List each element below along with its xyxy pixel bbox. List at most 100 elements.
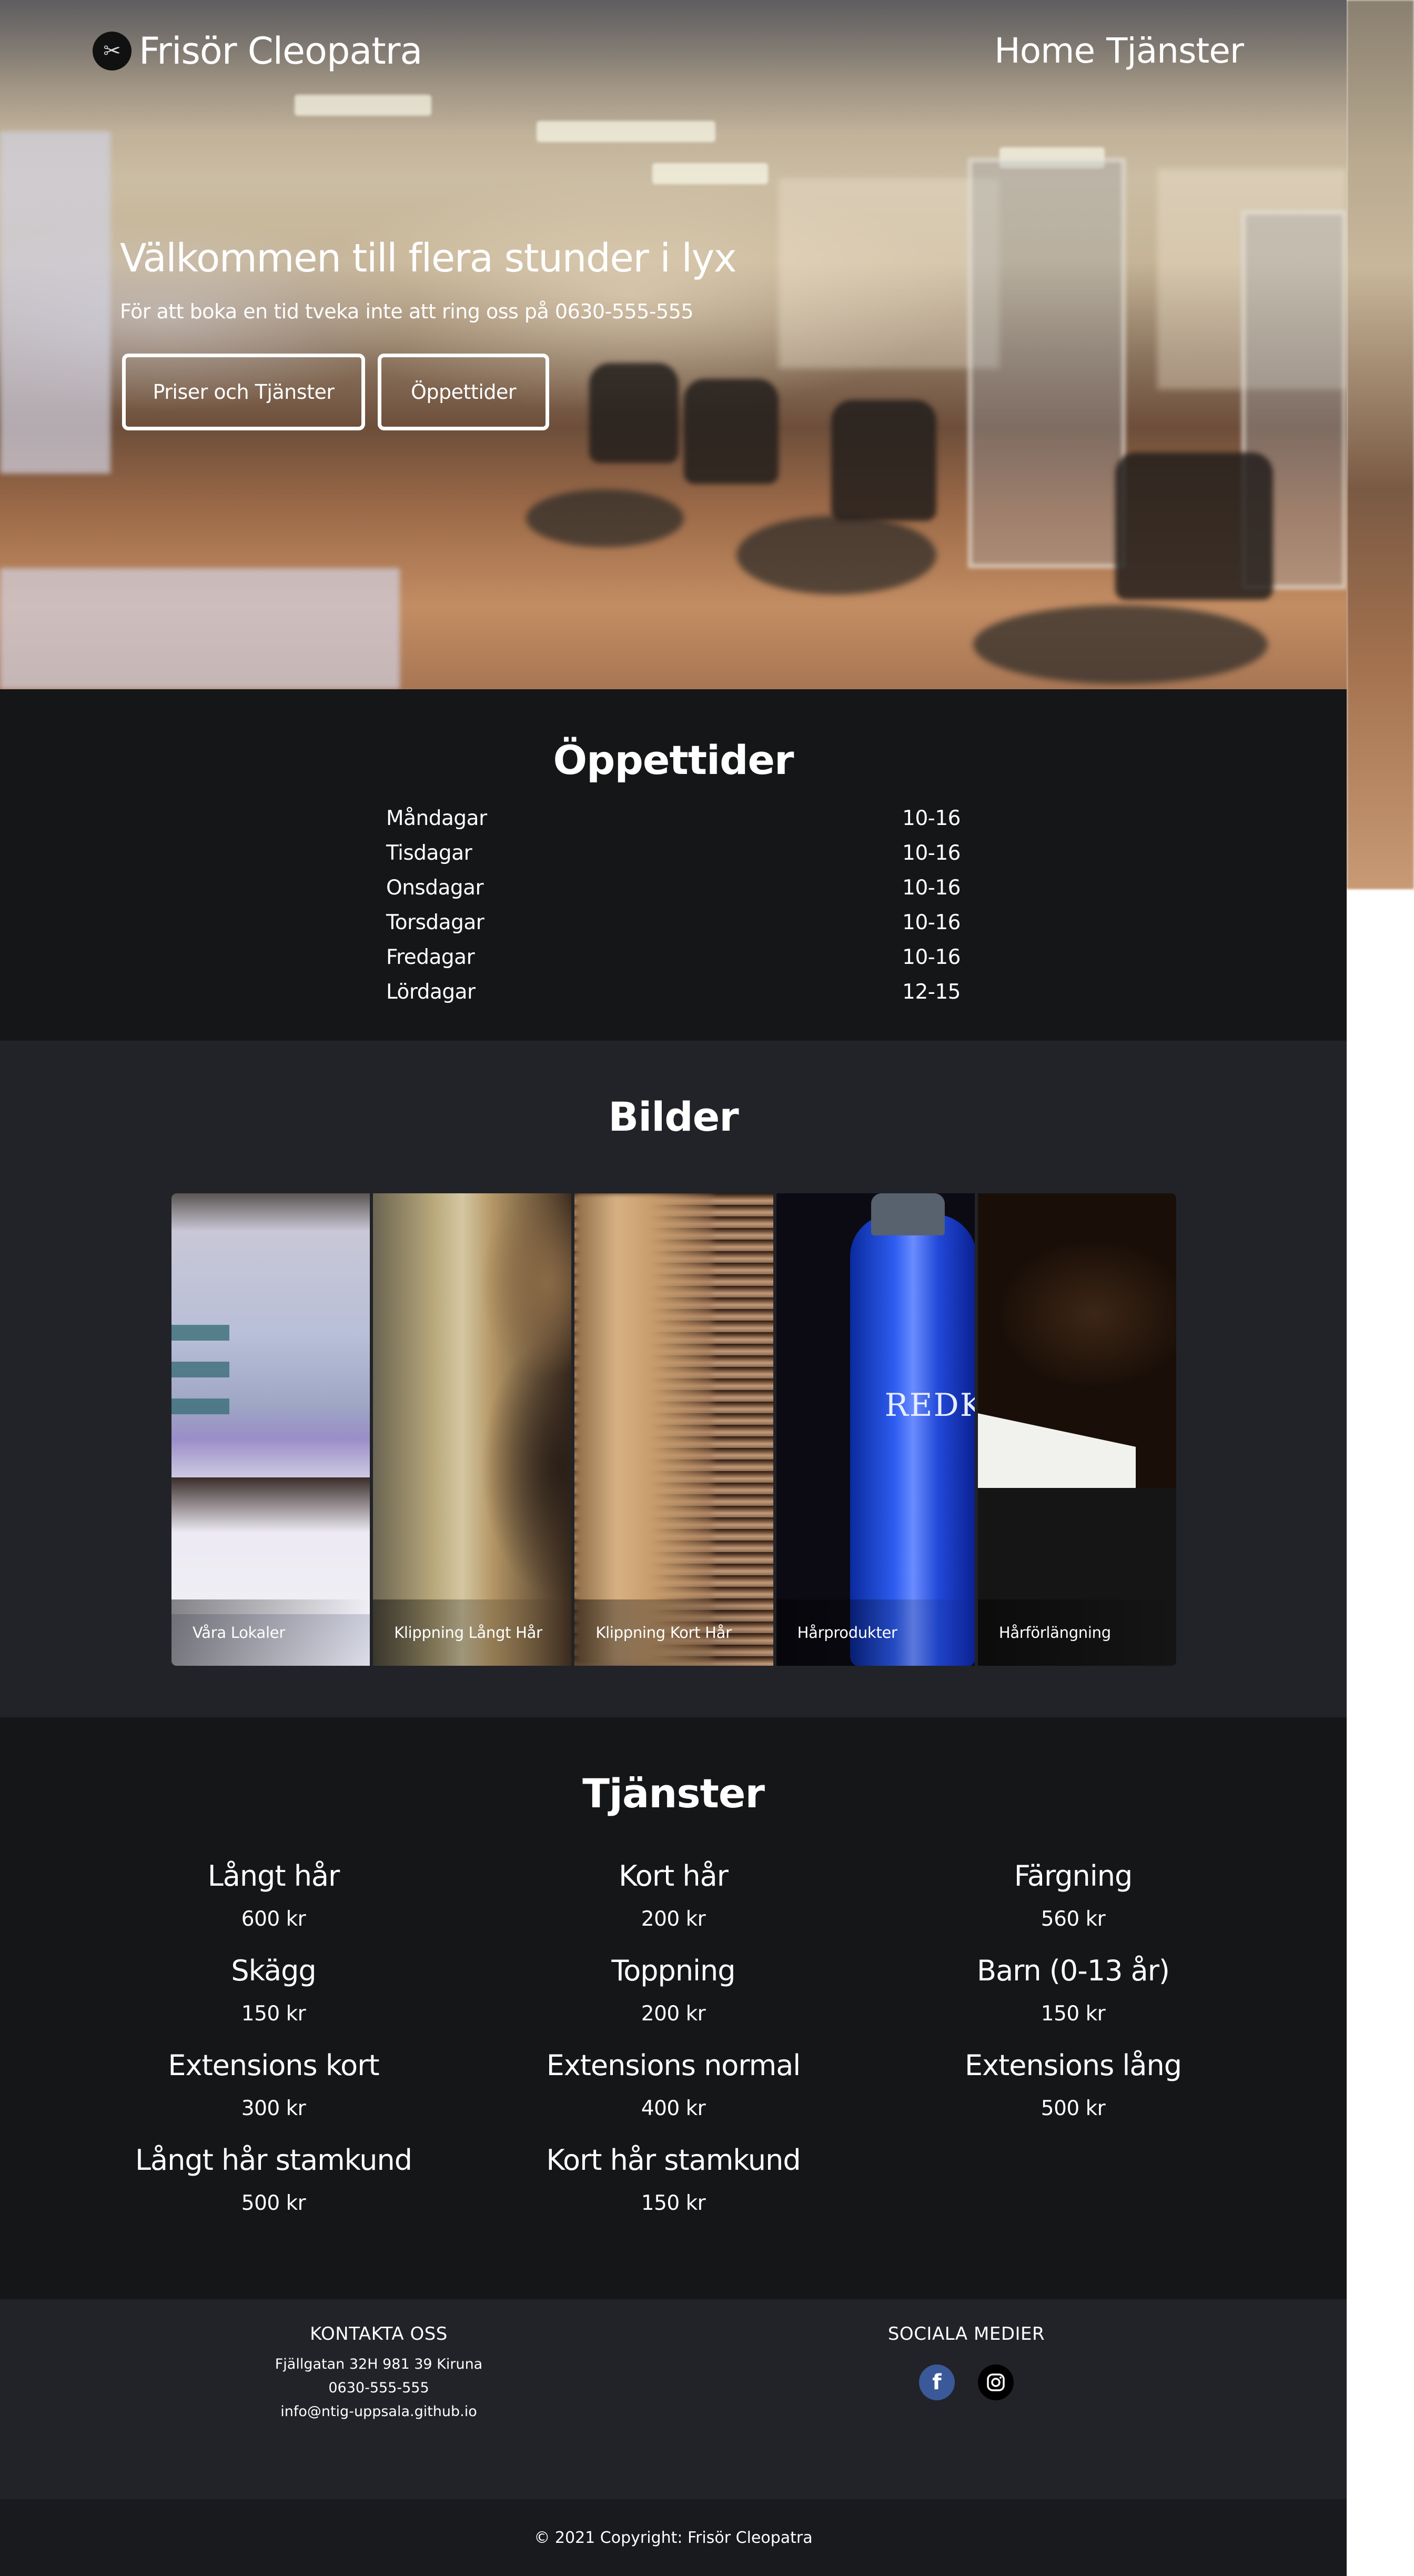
floor-mat [526, 489, 684, 547]
service-name: Kort hår [619, 1859, 729, 1893]
gallery-tile-long-hair[interactable]: Klippning Långt Hår [373, 1193, 572, 1666]
shampoo-bottle [850, 1214, 975, 1666]
hero-buttons: Priser och Tjänster Öppettider [122, 354, 549, 430]
gallery-title: Bilder [608, 1093, 739, 1140]
services-title: Tjänster [582, 1770, 765, 1817]
service-item: Barn (0-13 år) 150 kr [873, 1954, 1273, 2026]
mirror [968, 158, 1126, 568]
gallery-tile-premises[interactable]: Våra Lokaler [171, 1193, 370, 1666]
service-item: Extensions normal 400 kr [473, 2049, 873, 2120]
hours-day: Lördagar [386, 980, 476, 1004]
contact-column: KONTAKTA OSS Fjällgatan 32H 981 39 Kirun… [221, 2323, 537, 2420]
gallery-tile-products[interactable]: REDK Hårprodukter [776, 1193, 975, 1666]
contact-email[interactable]: info@ntig-uppsala.github.io [221, 2403, 537, 2420]
service-name: Långt hår [207, 1859, 340, 1893]
gallery-caption: Våra Lokaler [171, 1599, 370, 1666]
service-name: Färgning [1014, 1859, 1133, 1893]
hours-time: 10-16 [902, 876, 961, 900]
hours-time: 10-16 [902, 806, 961, 830]
hours-day: Tisdagar [386, 841, 472, 865]
hours-time: 10-16 [902, 910, 961, 934]
nav-home-link[interactable]: Home [994, 31, 1095, 71]
hours-time: 10-16 [902, 841, 961, 865]
gallery-section: Bilder Våra Lokaler Klippning Långt Hår … [0, 1041, 1347, 1717]
service-price: 560 kr [1041, 1907, 1106, 1931]
hours-day: Måndagar [386, 806, 487, 830]
instagram-glyph [987, 2373, 1005, 2391]
copyright-text: © 2021 Copyright: Frisör Cleopatra [534, 2528, 813, 2547]
opening-hours-button[interactable]: Öppettider [378, 354, 549, 430]
gallery-tile-extensions[interactable]: Hårförlängning [977, 1193, 1176, 1666]
service-price: 150 kr [641, 2191, 706, 2215]
contact-phone: 0630-555-555 [328, 2380, 429, 2396]
brand[interactable]: ✂ Frisör Cleopatra [93, 29, 422, 73]
copyright-bar: © 2021 Copyright: Frisör Cleopatra [0, 2499, 1347, 2576]
social-icons: f [809, 2364, 1124, 2400]
gallery-caption: Klippning Kort Hår [574, 1599, 773, 1666]
service-name: Långt hår stamkund [135, 2144, 412, 2177]
salon-chair [589, 363, 679, 463]
service-item: Färgning 560 kr [873, 1859, 1273, 1931]
service-price: 500 kr [241, 2191, 306, 2215]
service-price: 200 kr [641, 1907, 706, 1931]
contact-address: Fjällgatan 32H 981 39 Kiruna [275, 2356, 483, 2372]
shelf [171, 1362, 229, 1377]
ceiling-light [652, 163, 768, 184]
service-name: Kort hår stamkund [546, 2144, 801, 2177]
facebook-icon[interactable]: f [919, 2364, 955, 2400]
hours-row: Onsdagar 10-16 [386, 870, 961, 905]
hours-day: Onsdagar [386, 876, 484, 900]
hero-content: Välkommen till flera stunder i lyx För a… [120, 236, 737, 323]
blurred-hair [574, 1193, 714, 1666]
top-navigation: ✂ Frisör Cleopatra Home Tjänster [0, 0, 1347, 110]
service-name: Extensions kort [168, 2049, 379, 2082]
nav-services-link[interactable]: Tjänster [1106, 31, 1244, 71]
service-item: Extensions kort 300 kr [74, 2049, 473, 2120]
front-counter [0, 568, 400, 689]
instagram-icon[interactable] [978, 2364, 1014, 2400]
shelf [171, 1398, 229, 1414]
contact-title: KONTAKTA OSS [310, 2323, 448, 2344]
service-price: 150 kr [241, 2002, 306, 2026]
salon-chair [684, 379, 779, 484]
hours-day: Fredagar [386, 945, 475, 969]
wall-panel [779, 179, 999, 368]
nav-links: Home Tjänster [994, 31, 1244, 71]
product-shelf [0, 132, 110, 474]
service-name: Barn (0-13 år) [977, 1954, 1170, 1987]
service-item: Kort hår 200 kr [473, 1859, 873, 1931]
hours-row: Torsdagar 10-16 [386, 905, 961, 940]
hours-time: 10-16 [902, 945, 961, 969]
hours-day: Torsdagar [386, 910, 484, 934]
background-overflow [1347, 0, 1414, 889]
bottle-cap [871, 1193, 945, 1235]
gallery-caption: Hårförlängning [977, 1599, 1176, 1666]
opening-hours-section: Öppettider Måndagar 10-16 Tisdagar 10-16… [0, 689, 1347, 1041]
hours-row: Fredagar 10-16 [386, 940, 961, 974]
service-price: 200 kr [641, 2002, 706, 2026]
gallery-caption: Klippning Långt Hår [373, 1599, 572, 1666]
shelf [171, 1325, 229, 1341]
social-column: SOCIALA MEDIER f [809, 2323, 1124, 2400]
service-name: Extensions lång [965, 2049, 1182, 2082]
opening-hours-title: Öppettider [553, 737, 794, 783]
page: ✂ Frisör Cleopatra Home Tjänster Välkomm… [0, 0, 1347, 2576]
service-name: Extensions normal [546, 2049, 801, 2082]
service-price: 600 kr [241, 1907, 306, 1931]
prices-services-button[interactable]: Priser och Tjänster [122, 354, 365, 430]
service-price: 400 kr [641, 2097, 706, 2120]
gallery-strip: Våra Lokaler Klippning Långt Hår Klippni… [171, 1193, 1176, 1666]
service-item: Skägg 150 kr [74, 1954, 473, 2026]
counter [171, 1477, 370, 1614]
gallery-tile-short-hair[interactable]: Klippning Kort Hår [574, 1193, 773, 1666]
hero-title: Välkommen till flera stunder i lyx [120, 236, 737, 281]
footer: KONTAKTA OSS Fjällgatan 32H 981 39 Kirun… [0, 2299, 1347, 2499]
bottle-label: REDK [884, 1387, 975, 1424]
service-item: Extensions lång 500 kr [873, 2049, 1273, 2120]
scissors-icon: ✂ [93, 32, 132, 71]
floor-mat [736, 516, 936, 595]
floor-mat [973, 605, 1268, 684]
service-name: Skägg [231, 1954, 316, 1987]
brand-name: Frisör Cleopatra [139, 29, 422, 73]
hero-subtitle: För att boka en tid tveka inte att ring … [120, 300, 694, 323]
